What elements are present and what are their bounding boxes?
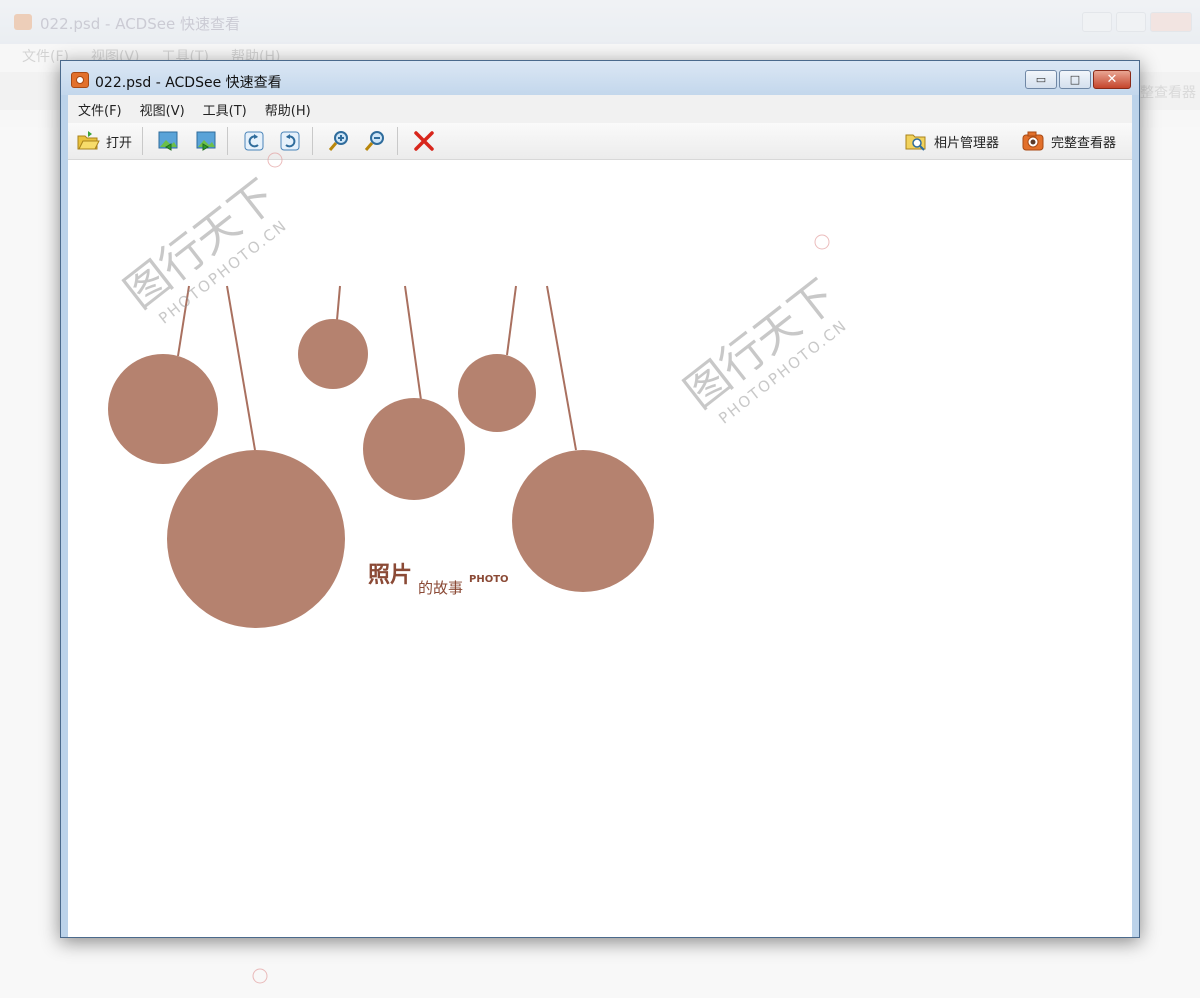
toolbar: 打开 相片管理器 完整查看器: [68, 123, 1132, 160]
open-button[interactable]: 打开: [72, 127, 136, 155]
background-titlebar: 022.psd - ACDSee 快速查看: [0, 0, 1200, 44]
minimize-icon: [1082, 12, 1112, 32]
minimize-icon: ▭: [1035, 73, 1047, 86]
menu-file[interactable]: 文件(F): [78, 100, 122, 119]
circle-ornament: [512, 450, 654, 592]
string: [404, 285, 422, 401]
next-image-button[interactable]: [189, 127, 221, 155]
rotate-left-button[interactable]: [238, 127, 270, 155]
window-title: 022.psd - ACDSee 快速查看: [95, 75, 282, 91]
zoom-in-icon: [328, 131, 349, 151]
rotate-right-button[interactable]: [274, 127, 306, 155]
circle-ornament: [458, 354, 536, 432]
next-image-icon: [196, 131, 216, 151]
toolbar-separator: [142, 127, 144, 155]
quick-view-window: 022.psd - ACDSee 快速查看 ▭ □ ✕ 文件(F) 视图(V) …: [60, 60, 1140, 938]
string: [546, 285, 577, 451]
zoom-out-icon: [364, 131, 385, 151]
rotate-left-icon: [244, 131, 264, 151]
full-viewer-label: 完整查看器: [1050, 135, 1116, 151]
string: [226, 285, 256, 451]
string: [506, 285, 517, 356]
delete-icon: [414, 131, 434, 151]
toolbar-separator: [312, 127, 314, 155]
circle-ornament: [363, 398, 465, 500]
close-button[interactable]: ✕: [1093, 70, 1131, 89]
image-canvas: 照片 的故事 PHOTO: [108, 285, 654, 628]
window-controls: ▭ □ ✕: [1025, 70, 1131, 89]
maximize-icon: □: [1069, 73, 1081, 86]
menu-tools[interactable]: 工具(T): [203, 100, 247, 119]
open-folder-icon: [77, 131, 100, 150]
camera-icon: [1022, 131, 1044, 151]
toolbar-separator: [227, 127, 229, 155]
delete-button[interactable]: [408, 127, 440, 155]
image-title-main: 照片: [368, 563, 412, 588]
circle-ornament: [298, 319, 368, 389]
string: [177, 285, 190, 357]
zoom-out-button[interactable]: [359, 127, 391, 155]
previous-image-icon: [158, 131, 178, 151]
full-viewer-button[interactable]: 完整查看器: [1017, 127, 1120, 155]
maximize-button[interactable]: □: [1059, 70, 1091, 89]
string: [336, 285, 341, 321]
minimize-button[interactable]: ▭: [1025, 70, 1057, 89]
background-window-controls: [1082, 12, 1192, 32]
open-label: 打开: [106, 135, 133, 151]
maximize-icon: [1116, 12, 1146, 32]
background-window-title: 022.psd - ACDSee 快速查看: [40, 15, 240, 33]
menu-help[interactable]: 帮助(H): [265, 100, 311, 119]
photo-manager-label: 相片管理器: [933, 135, 999, 151]
close-icon: ✕: [1106, 72, 1118, 87]
toolbar-separator: [397, 127, 399, 155]
circle-ornament: [167, 450, 345, 628]
camera-app-icon: [71, 72, 89, 88]
menubar: 文件(F) 视图(V) 工具(T) 帮助(H): [68, 95, 1132, 123]
previous-image-button[interactable]: [153, 127, 185, 155]
titlebar[interactable]: 022.psd - ACDSee 快速查看 ▭ □ ✕: [61, 61, 1139, 95]
toolbar-right: 相片管理器 完整查看器: [896, 127, 1132, 155]
image-title-sub: 的故事: [418, 579, 463, 597]
image-title-en: PHOTO: [469, 574, 509, 585]
menu-view[interactable]: 视图(V): [140, 100, 185, 119]
close-icon: [1150, 12, 1192, 32]
photo-manager-button[interactable]: 相片管理器: [900, 127, 1003, 155]
image-viewer[interactable]: 照片 的故事 PHOTO: [68, 160, 1132, 937]
circle-ornament: [108, 354, 218, 464]
rotate-right-icon: [280, 131, 300, 151]
zoom-in-button[interactable]: [323, 127, 355, 155]
photo-manager-icon: [905, 134, 926, 151]
app-icon: [14, 14, 32, 30]
